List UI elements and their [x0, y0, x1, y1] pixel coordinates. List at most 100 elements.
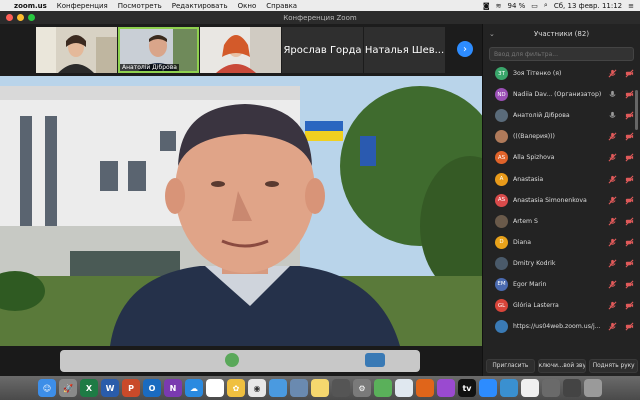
mic-muted-icon[interactable]: [608, 217, 617, 226]
downloads-icon[interactable]: [542, 379, 560, 397]
mic-muted-icon[interactable]: [608, 259, 617, 268]
mic-muted-icon[interactable]: [608, 153, 617, 162]
macos-dock: ☺ 🚀 X W P O N ☁ ✿ ◉ ⚙ tv: [0, 376, 640, 400]
participant-row[interactable]: A Anastasia: [483, 168, 640, 189]
invite-button[interactable]: Пригласить: [486, 359, 535, 373]
participant-row[interactable]: (((Валерия))): [483, 126, 640, 147]
participant-row[interactable]: ND Nadiia Dav... (Организатор): [483, 84, 640, 105]
photos-icon[interactable]: ✿: [227, 379, 245, 397]
video-off-icon[interactable]: [625, 301, 634, 310]
menu-view[interactable]: Посмотреть: [118, 2, 162, 10]
participants-filter-input[interactable]: [494, 50, 629, 58]
textedit-icon[interactable]: [521, 379, 539, 397]
participant-row[interactable]: AS Alla Spizhova: [483, 147, 640, 168]
excel-icon[interactable]: X: [80, 379, 98, 397]
menu-app-name[interactable]: zoom.us: [14, 2, 47, 10]
video-tile-2[interactable]: Анатолій Діброва: [118, 27, 199, 73]
video-off-icon[interactable]: [625, 111, 634, 120]
video-off-icon[interactable]: [625, 322, 634, 331]
chevron-down-icon[interactable]: ⌄: [489, 30, 495, 38]
folder-icon[interactable]: [269, 379, 287, 397]
zoom-icon[interactable]: [479, 379, 497, 397]
trash-icon[interactable]: [584, 379, 602, 397]
notes-icon[interactable]: [311, 379, 329, 397]
name-tile-natalya[interactable]: Наталья Шев...: [364, 27, 445, 73]
search-icon[interactable]: ⌕: [544, 1, 548, 10]
participant-status: [608, 322, 634, 331]
safari-compass-icon[interactable]: [500, 379, 518, 397]
video-off-icon[interactable]: [625, 90, 634, 99]
word-icon[interactable]: W: [101, 379, 119, 397]
datetime[interactable]: Сб, 13 февр. 11:12: [554, 2, 622, 10]
mic-muted-icon[interactable]: [608, 322, 617, 331]
zoom-status-icon[interactable]: ◙: [483, 2, 490, 10]
mic-icon[interactable]: [608, 90, 617, 99]
mic-muted-icon[interactable]: [608, 132, 617, 141]
avatar: AS: [495, 151, 508, 165]
onenote-icon[interactable]: N: [164, 379, 182, 397]
chrome-icon[interactable]: ◉: [248, 379, 266, 397]
powerpoint-icon[interactable]: P: [122, 379, 140, 397]
participants-search[interactable]: [489, 47, 634, 61]
finder-icon[interactable]: ☺: [38, 379, 56, 397]
video-tile-1[interactable]: [36, 27, 117, 73]
name-tile-yaroslav[interactable]: Ярослав Горда: [282, 27, 363, 73]
control-center-icon[interactable]: ≡: [628, 2, 634, 10]
preview-icon[interactable]: [290, 379, 308, 397]
mic-muted-icon[interactable]: [608, 175, 617, 184]
video-off-icon[interactable]: [625, 175, 634, 184]
close-window-button[interactable]: [6, 14, 13, 21]
participant-row[interactable]: Dmitry Kodrik: [483, 253, 640, 274]
chevron-right-icon[interactable]: ›: [457, 41, 473, 57]
participant-row[interactable]: AS Anastasia Simonenkova: [483, 190, 640, 211]
launchpad-icon[interactable]: 🚀: [59, 379, 77, 397]
video-off-icon[interactable]: [625, 217, 634, 226]
safari-icon[interactable]: [395, 379, 413, 397]
mic-muted-icon[interactable]: [608, 280, 617, 289]
menu-edit[interactable]: Редактировать: [172, 2, 228, 10]
participant-row[interactable]: Анатолій Діброва: [483, 105, 640, 126]
appletv-icon[interactable]: tv: [458, 379, 476, 397]
raise-hand-button[interactable]: Поднять руку: [589, 359, 639, 373]
video-off-icon[interactable]: [625, 280, 634, 289]
menu-help[interactable]: Справка: [266, 2, 297, 10]
participant-row[interactable]: Artem S: [483, 211, 640, 232]
calculator-icon[interactable]: [332, 379, 350, 397]
outlook-icon[interactable]: O: [143, 379, 161, 397]
video-off-icon[interactable]: [625, 238, 634, 247]
firefox-icon[interactable]: [416, 379, 434, 397]
wifi-icon[interactable]: ≋: [496, 2, 502, 10]
participants-scrollbar[interactable]: [635, 90, 638, 130]
video-tile-3[interactable]: [200, 27, 281, 73]
unmute-all-button[interactable]: Включи...вой звук: [537, 359, 587, 373]
podcasts-icon[interactable]: [437, 379, 455, 397]
settings-icon[interactable]: ⚙: [353, 379, 371, 397]
screenshot-icon[interactable]: [563, 379, 581, 397]
onedrive-icon[interactable]: ☁: [185, 379, 203, 397]
participant-row[interactable]: D Diana: [483, 232, 640, 253]
participant-row[interactable]: https://us04web.zoom.us/j...: [483, 316, 640, 337]
participant-row[interactable]: GL Glória Lasterra: [483, 295, 640, 316]
minimize-window-button[interactable]: [17, 14, 24, 21]
active-speaker-video[interactable]: [0, 76, 482, 346]
maps-icon[interactable]: [374, 379, 392, 397]
video-off-icon[interactable]: [625, 69, 634, 78]
fullscreen-window-button[interactable]: [28, 14, 35, 21]
mic-muted-icon[interactable]: [608, 301, 617, 310]
mic-muted-icon[interactable]: [608, 69, 617, 78]
video-off-icon[interactable]: [625, 132, 634, 141]
mic-muted-icon[interactable]: [608, 238, 617, 247]
mic-icon[interactable]: [608, 111, 617, 120]
video-off-icon[interactable]: [625, 153, 634, 162]
mic-muted-icon[interactable]: [608, 196, 617, 205]
menu-window[interactable]: Окно: [238, 2, 257, 10]
battery-percent[interactable]: 94 %: [508, 2, 526, 10]
calendar-icon[interactable]: [206, 379, 224, 397]
video-off-icon[interactable]: [625, 196, 634, 205]
participant-row[interactable]: EM Egor Marin: [483, 274, 640, 295]
participant-video: [200, 27, 281, 73]
participant-row[interactable]: ЗТ Зоя Тітенко (я): [483, 63, 640, 84]
menu-conference[interactable]: Конференция: [57, 2, 108, 10]
avatar: AS: [495, 193, 508, 207]
video-off-icon[interactable]: [625, 259, 634, 268]
